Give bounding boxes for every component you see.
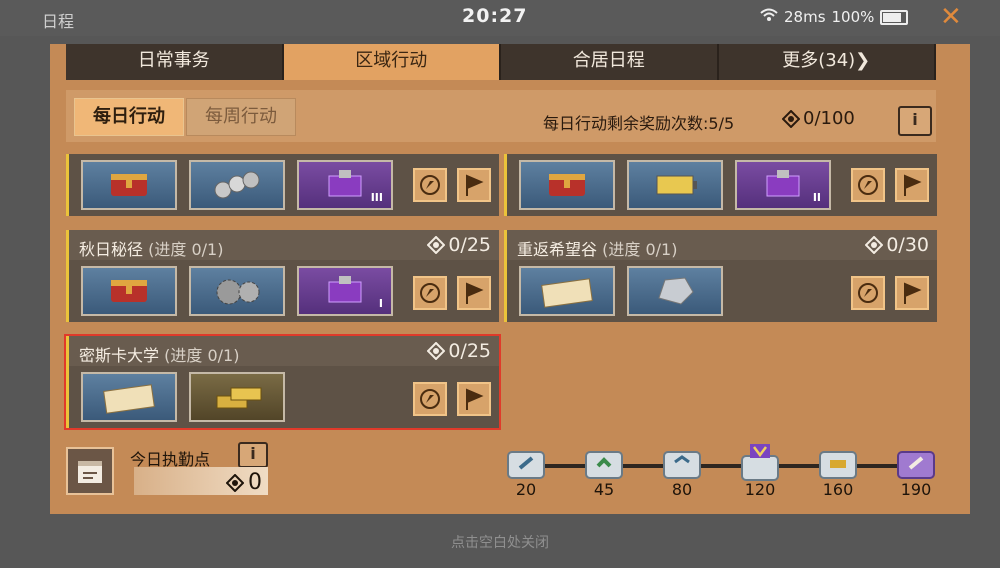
card-points: 0/25 (427, 340, 491, 362)
gears-icon[interactable] (189, 266, 285, 316)
purple-crate-icon[interactable]: I (297, 266, 393, 316)
points-icon (865, 236, 884, 254)
card-title: 秋日秘径 (进度 0/1) (79, 236, 223, 260)
flag-icon[interactable] (457, 382, 491, 416)
tab-more-label: 更多(34) (782, 50, 856, 71)
action-card: III (66, 154, 499, 216)
battery-item-icon[interactable] (627, 160, 723, 210)
daily-points: 0/100 (782, 108, 855, 129)
bearings-icon[interactable] (189, 160, 285, 210)
calendar-icon (78, 461, 102, 483)
clock: 20:27 (462, 5, 528, 27)
milestone-value: 120 (744, 480, 776, 499)
card-progress: (进度 0/1) (148, 240, 224, 259)
treasure-chest-icon[interactable] (81, 160, 177, 210)
milestone-chest-icon[interactable] (584, 444, 624, 484)
battery-percent: 100% (831, 8, 875, 26)
subtab-weekly[interactable]: 每周行动 (186, 98, 296, 136)
battery-icon (880, 9, 909, 25)
compass-icon[interactable] (851, 168, 885, 202)
compass-icon[interactable] (413, 276, 447, 310)
card-points-value: 0/25 (448, 234, 491, 256)
purple-crate-icon[interactable]: III (297, 160, 393, 210)
action-card: 秋日秘径 (进度 0/1) 0/25 I (66, 230, 499, 322)
duty-info-button[interactable]: i (238, 442, 268, 468)
card-points: 0/30 (865, 234, 929, 256)
status-bar: 日程 20:27 28ms 100% ✕ (0, 0, 1000, 36)
daily-points-value: 0/100 (803, 108, 855, 129)
card-header: 密斯卡大学 (进度 0/1) 0/25 (69, 336, 499, 366)
card-points: 0/25 (427, 234, 491, 256)
flag-icon[interactable] (457, 168, 491, 202)
milestone-chest-icon[interactable] (506, 444, 546, 484)
tab-more[interactable]: 更多(34)❯ (718, 44, 936, 80)
action-card: II (504, 154, 937, 216)
milestone-chest-icon[interactable] (818, 444, 858, 484)
info-icon: i (250, 444, 256, 463)
compass-icon[interactable] (413, 382, 447, 416)
chevron-right-icon: ❯ (855, 50, 871, 71)
status-indicators: 28ms 100% (760, 8, 909, 26)
tier-label: I (378, 297, 383, 310)
remaining-rewards: 每日行动剩余奖励次数:5/5 (543, 114, 735, 133)
main-tabs: 日常事务 区域行动 合居日程 更多(34)❯ (66, 44, 936, 80)
card-points-value: 0/30 (886, 234, 929, 256)
gold-bars-icon[interactable] (189, 372, 285, 422)
points-icon (782, 109, 800, 128)
milestone-chest-icon[interactable] (740, 444, 780, 484)
subtab-daily[interactable]: 每日行动 (74, 98, 184, 136)
points-icon (226, 473, 244, 492)
letter-icon[interactable] (519, 266, 615, 316)
flag-icon[interactable] (895, 276, 929, 310)
milestone-value: 190 (900, 480, 932, 499)
points-icon (427, 342, 446, 360)
card-header: 重返希望谷 (进度 0/1) 0/30 (507, 230, 937, 260)
info-button[interactable]: i (898, 106, 932, 136)
card-header: 秋日秘径 (进度 0/1) 0/25 (69, 230, 499, 260)
tab-cohabitation-schedule[interactable]: 合居日程 (501, 44, 719, 80)
treasure-chest-icon[interactable] (81, 266, 177, 316)
card-title: 重返希望谷 (进度 0/1) (517, 236, 677, 260)
card-progress: (进度 0/1) (602, 240, 678, 259)
points-icon (427, 236, 446, 254)
milestone-track (520, 464, 930, 468)
purple-crate-icon[interactable]: II (735, 160, 831, 210)
card-points-value: 0/25 (448, 340, 491, 362)
milestone-value: 45 (593, 480, 615, 499)
card-title-text: 密斯卡大学 (79, 346, 160, 365)
compass-icon[interactable] (851, 276, 885, 310)
letter-icon[interactable] (81, 372, 177, 422)
wifi-icon (760, 8, 778, 26)
duty-points: 0 (226, 470, 262, 495)
action-card: 重返希望谷 (进度 0/1) 0/30 (504, 230, 937, 322)
calendar-button[interactable] (66, 447, 114, 495)
milestone-value: 160 (822, 480, 854, 499)
milestone-chest-icon[interactable] (896, 444, 936, 484)
flag-icon[interactable] (457, 276, 491, 310)
action-card-highlighted: 密斯卡大学 (进度 0/1) 0/25 (64, 334, 501, 430)
info-icon: i (912, 110, 918, 129)
milestone-chest-icon[interactable] (662, 444, 702, 484)
card-title-text: 重返希望谷 (517, 240, 598, 259)
close-hint[interactable]: 点击空白处关闭 (0, 532, 1000, 552)
app-title: 日程 (42, 12, 75, 31)
flag-icon[interactable] (895, 168, 929, 202)
tab-area-action[interactable]: 区域行动 (283, 44, 501, 80)
network-latency: 28ms (784, 8, 826, 26)
card-title: 密斯卡大学 (进度 0/1) (79, 342, 239, 366)
tier-label: III (370, 191, 383, 204)
card-title-text: 秋日秘径 (79, 240, 144, 259)
tier-label: II (812, 191, 821, 204)
milestone-value: 80 (671, 480, 693, 499)
close-icon[interactable]: ✕ (940, 2, 962, 32)
treasure-chest-icon[interactable] (519, 160, 615, 210)
compass-icon[interactable] (413, 168, 447, 202)
ore-icon[interactable] (627, 266, 723, 316)
duty-points-value: 0 (248, 470, 262, 495)
tab-daily-affairs[interactable]: 日常事务 (66, 44, 284, 80)
milestone-value: 20 (515, 480, 537, 499)
card-progress: (进度 0/1) (164, 346, 240, 365)
